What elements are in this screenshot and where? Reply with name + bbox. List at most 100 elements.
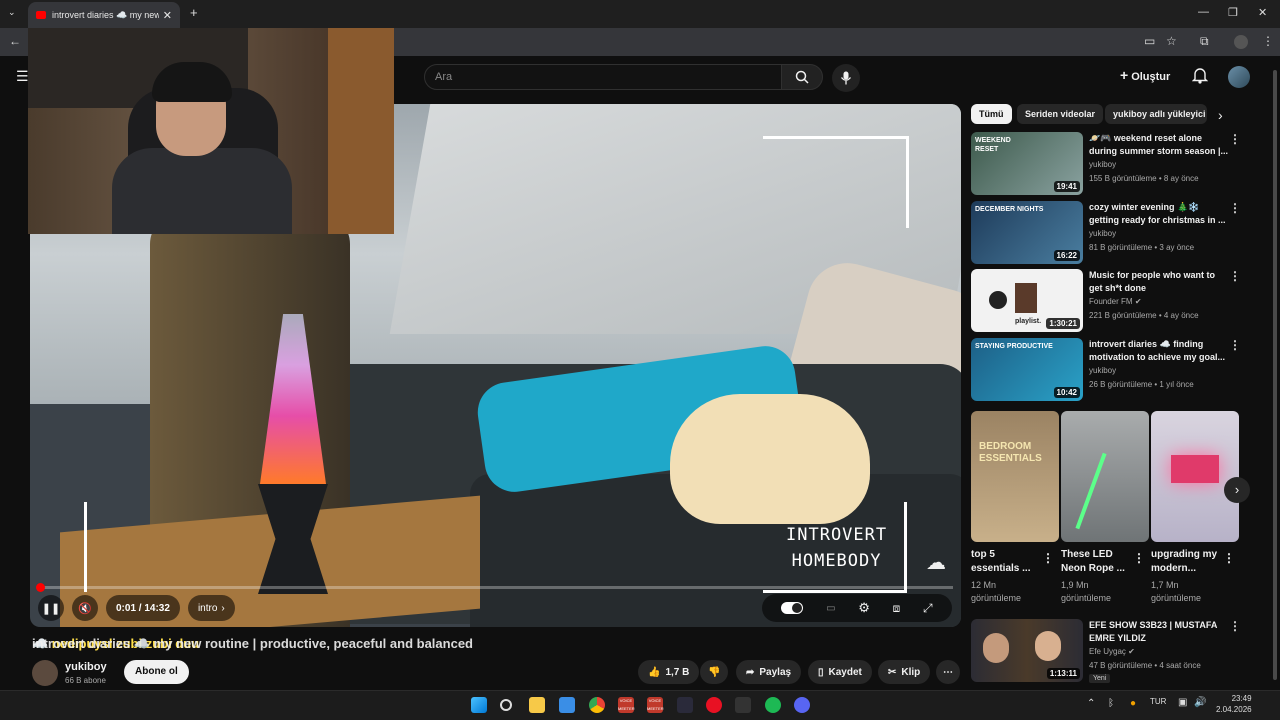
voice-search-button[interactable] bbox=[832, 64, 860, 92]
chrome-icon[interactable] bbox=[589, 697, 605, 713]
cast-icon[interactable]: ▭ bbox=[1144, 34, 1155, 48]
short-thumbnail[interactable] bbox=[1151, 411, 1239, 542]
taskbar-search-icon[interactable] bbox=[500, 699, 512, 711]
voicemeeter-icon[interactable]: VOICE MEETER bbox=[618, 697, 635, 713]
minimize-window-button[interactable]: — bbox=[1198, 6, 1209, 18]
spotify-icon[interactable] bbox=[765, 697, 781, 713]
channel-name[interactable]: yukiboy bbox=[1089, 229, 1116, 238]
more-options-icon[interactable]: ⋮ bbox=[1133, 551, 1145, 565]
voicemeeter-icon[interactable]: VOICE MEETER bbox=[647, 697, 664, 713]
search-input[interactable]: Ara bbox=[424, 64, 782, 90]
video-thumbnail[interactable]: STAYING PRODUCTIVE 10:42 bbox=[971, 338, 1083, 401]
channel-name[interactable]: yukiboy bbox=[65, 661, 107, 673]
settings-gear-icon[interactable]: ⚙ bbox=[858, 600, 870, 616]
bookmark-star-icon[interactable]: ☆ bbox=[1166, 34, 1177, 48]
short-thumbnail[interactable]: BEDROOM ESSENTIALS bbox=[971, 411, 1059, 542]
autoplay-toggle[interactable] bbox=[781, 602, 804, 614]
video-title[interactable]: Music for people who want to get sh*t do… bbox=[1089, 269, 1229, 295]
channel-name[interactable]: yukiboy bbox=[1089, 366, 1116, 375]
tab-list-chevron-icon[interactable]: ⌄ bbox=[8, 7, 16, 18]
progress-scrubber-handle[interactable] bbox=[36, 583, 45, 592]
system-clock[interactable]: 23:49 2.04.2026 bbox=[1216, 693, 1252, 715]
more-options-icon[interactable]: ⋮ bbox=[1229, 269, 1241, 283]
video-title[interactable]: 🪐🎮 weekend reset alone during summer sto… bbox=[1089, 132, 1229, 158]
more-options-icon[interactable]: ⋮ bbox=[1229, 338, 1241, 352]
obs-icon[interactable] bbox=[677, 697, 693, 713]
account-avatar[interactable] bbox=[1228, 66, 1250, 88]
video-thumbnail[interactable]: DECEMBER NIGHTS 16:22 bbox=[971, 201, 1083, 264]
more-options-icon[interactable]: ⋮ bbox=[1229, 619, 1241, 633]
microphone-tray-icon[interactable]: ● bbox=[1130, 698, 1136, 709]
photos-app-icon[interactable] bbox=[559, 697, 575, 713]
video-title[interactable]: introvert diaries ☁️ finding motivation … bbox=[1089, 338, 1229, 364]
volume-icon[interactable]: 🔊 bbox=[1194, 697, 1206, 708]
close-tab-icon[interactable]: ✕ bbox=[163, 9, 172, 22]
sidebar-video[interactable]: WEEKEND RESET 19:41 🪐🎮 weekend reset alo… bbox=[971, 132, 1241, 196]
channel-name[interactable]: Efe Uygaç ✔ bbox=[1089, 647, 1135, 656]
media-player-icon[interactable] bbox=[706, 697, 722, 713]
video-thumbnail[interactable]: WEEKEND RESET 19:41 bbox=[971, 132, 1083, 195]
video-title[interactable]: cozy winter evening 🎄❄️ getting ready fo… bbox=[1089, 201, 1229, 227]
back-arrow-icon[interactable]: ← bbox=[9, 34, 21, 48]
miniplayer-icon[interactable]: ⧈ bbox=[893, 601, 901, 616]
sidebar-video[interactable]: 1:13:11 EFE SHOW S3B23 | MUSTAFA EMRE YI… bbox=[971, 619, 1241, 685]
extensions-icon[interactable]: ⧉ bbox=[1200, 34, 1209, 49]
channel-subscriber-count: 66 B abone bbox=[65, 676, 106, 685]
notifications-bell-icon[interactable] bbox=[1192, 66, 1208, 84]
hamburger-menu-icon[interactable]: ☰ bbox=[16, 68, 29, 85]
new-tab-button[interactable]: + bbox=[190, 5, 198, 20]
video-title[interactable]: EFE SHOW S3B23 | MUSTAFA EMRE YILDIZ bbox=[1089, 619, 1229, 645]
network-icon[interactable]: ▣ bbox=[1178, 697, 1187, 708]
short-title[interactable]: top 5 essentials ... bbox=[971, 548, 1041, 576]
channel-name[interactable]: Founder FM ✔ bbox=[1089, 297, 1142, 306]
clip-button[interactable]: ✂ Klip bbox=[878, 660, 931, 684]
more-options-icon[interactable]: ⋮ bbox=[1229, 201, 1241, 215]
scrollbar-thumb[interactable] bbox=[1273, 70, 1277, 680]
chip-all[interactable]: Tümü bbox=[971, 104, 1012, 124]
short-thumbnail[interactable] bbox=[1061, 411, 1149, 542]
profile-avatar-icon[interactable] bbox=[1234, 35, 1248, 49]
fullscreen-icon[interactable]: ⤢ bbox=[923, 601, 933, 616]
chapter-button[interactable]: intro › bbox=[187, 595, 235, 621]
sidebar-video[interactable]: playlist. 1:30:21 Music for people who w… bbox=[971, 269, 1241, 333]
windows-start-icon[interactable] bbox=[471, 697, 487, 713]
chip-uploader[interactable]: yukiboy adlı yükleyici bbox=[1105, 104, 1207, 124]
browser-menu-icon[interactable]: ⋮ bbox=[1262, 34, 1274, 48]
discord-icon[interactable] bbox=[794, 697, 810, 713]
thumbnail-text: WEEKEND RESET bbox=[975, 137, 1011, 153]
mute-button[interactable]: 🔇 bbox=[72, 595, 98, 621]
progress-bar-track[interactable] bbox=[38, 586, 953, 589]
like-button[interactable]: 👍 1,7 B bbox=[638, 660, 700, 684]
channel-avatar[interactable] bbox=[32, 660, 58, 686]
bluetooth-icon[interactable]: ᛒ bbox=[1108, 698, 1114, 709]
more-options-icon[interactable]: ⋮ bbox=[1223, 551, 1235, 565]
close-window-button[interactable]: ✕ bbox=[1258, 6, 1267, 19]
maximize-window-button[interactable]: ❐ bbox=[1228, 6, 1238, 19]
video-thumbnail[interactable]: 1:13:11 bbox=[971, 619, 1083, 682]
save-button[interactable]: ▯ Kaydet bbox=[808, 660, 872, 684]
sidebar-video[interactable]: STAYING PRODUCTIVE 10:42 introvert diari… bbox=[971, 338, 1241, 402]
short-title[interactable]: These LED Neon Rope ... bbox=[1061, 548, 1131, 576]
browser-tab-active[interactable]: introvert diaries ☁️ my new routine | pr… bbox=[28, 2, 180, 28]
short-title[interactable]: upgrading my modern... bbox=[1151, 548, 1221, 576]
input-language[interactable]: TUR bbox=[1150, 697, 1166, 706]
more-actions-button[interactable]: ⋯ bbox=[936, 660, 960, 684]
dislike-button[interactable]: 👎 bbox=[700, 660, 729, 684]
chip-series[interactable]: Seriden videolar bbox=[1017, 104, 1104, 124]
video-thumbnail[interactable]: playlist. 1:30:21 bbox=[971, 269, 1083, 332]
file-explorer-icon[interactable] bbox=[529, 697, 545, 713]
search-button[interactable] bbox=[781, 64, 823, 90]
subtitles-icon[interactable]: ▭ bbox=[826, 603, 835, 614]
subscribe-button[interactable]: Abone ol bbox=[124, 660, 189, 684]
create-button[interactable]: + Oluştur bbox=[1120, 67, 1170, 83]
terminal-icon[interactable] bbox=[735, 697, 751, 713]
sidebar-video[interactable]: DECEMBER NIGHTS 16:22 cozy winter evenin… bbox=[971, 201, 1241, 265]
channel-name[interactable]: yukiboy bbox=[1089, 160, 1116, 169]
chips-next-chevron-icon[interactable]: › bbox=[1218, 107, 1223, 123]
more-options-icon[interactable]: ⋮ bbox=[1042, 551, 1054, 565]
shorts-next-button[interactable]: › bbox=[1224, 477, 1250, 503]
more-options-icon[interactable]: ⋮ bbox=[1229, 132, 1241, 146]
share-button[interactable]: ➦ Paylaş bbox=[736, 660, 802, 684]
pause-button[interactable]: ❚❚ bbox=[38, 595, 64, 621]
tray-overflow-icon[interactable]: ⌃ bbox=[1087, 698, 1095, 709]
